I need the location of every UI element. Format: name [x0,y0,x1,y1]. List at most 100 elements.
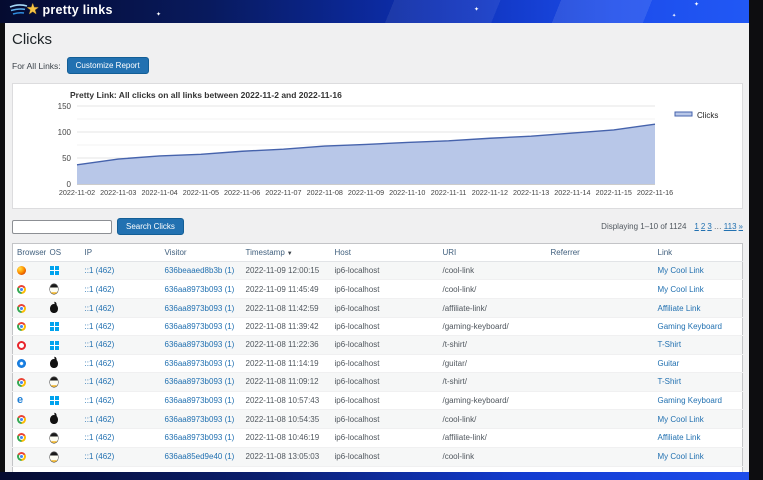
cell-link[interactable]: Affiliate Link [654,299,743,317]
column-header-timestamp[interactable]: Timestamp▼ [242,244,331,262]
svg-text:2022-11-08: 2022-11-08 [307,188,343,197]
cell-referrer [547,447,654,466]
cell-timestamp: 2022-11-08 11:39:42 [242,317,331,335]
cell-visitor[interactable]: 636aa8973b093 (1) [161,372,242,391]
column-header-visitor[interactable]: Visitor [161,244,242,262]
cell-ip[interactable]: ::1 (462) [81,354,161,372]
cell-timestamp: 2022-11-08 10:46:19 [242,428,331,447]
cell-ip[interactable]: ::1 (462) [81,447,161,466]
chrome-icon [17,285,26,294]
cell-timestamp: 2022-11-08 11:09:12 [242,372,331,391]
cell-ip[interactable]: ::1 (462) [81,391,161,409]
clicks-table: BrowserOSIPVisitorTimestamp▼HostURIRefer… [12,243,743,480]
cell-ip[interactable]: ::1 (462) [81,262,161,280]
firefox-icon [17,266,26,275]
cell-visitor[interactable]: 636aa85ed9e40 (1) [161,447,242,466]
svg-text:2022-11-04: 2022-11-04 [141,188,177,197]
page-link-3[interactable]: 3 [707,222,711,231]
customize-report-button[interactable]: Customize Report [67,57,149,74]
cell-uri: /t-shirt/ [439,336,547,354]
app-window: ★ pretty links ✦ ✦ ✦ ✦ Clicks For All Li… [0,0,763,480]
cell-ip[interactable]: ::1 (462) [81,317,161,335]
logo-text: pretty links [42,3,112,17]
cell-host: ip6-localhost [331,317,439,335]
cell-uri: /cool-link [439,262,547,280]
table-row: ::1 (462)636aa85ed9e40 (1)2022-11-08 13:… [13,447,743,466]
cell-visitor[interactable]: 636aa8973b093 (1) [161,280,242,299]
cell-link[interactable]: Affiliate Link [654,428,743,447]
cell-visitor[interactable]: 636aa8973b093 (1) [161,428,242,447]
column-header-ip[interactable]: IP [81,244,161,262]
cell-browser [13,299,46,317]
apple-icon [50,359,58,368]
cell-referrer [547,262,654,280]
svg-text:2022-11-05: 2022-11-05 [183,188,219,197]
svg-text:100: 100 [58,128,72,137]
cell-ip[interactable]: ::1 (462) [81,280,161,299]
column-header-uri[interactable]: URI [439,244,547,262]
cell-link[interactable]: My Cool Link [654,262,743,280]
svg-text:2022-11-03: 2022-11-03 [100,188,136,197]
svg-text:2022-11-02: 2022-11-02 [59,188,95,197]
cell-host: ip6-localhost [331,410,439,428]
cell-link[interactable]: My Cool Link [654,280,743,299]
cell-link[interactable]: T-Shirt [654,372,743,391]
table-toolbar: Search Clicks Displaying 1–10 of 1124 12… [12,218,743,235]
page-title: Clicks [12,31,743,48]
clicks-area-chart: 0501001502022-11-022022-11-032022-11-042… [13,84,747,206]
cell-link[interactable]: My Cool Link [654,447,743,466]
cell-visitor[interactable]: 636aa8973b093 (1) [161,391,242,409]
sparkle-icon: ✦ [694,2,699,8]
cell-host: ip6-localhost [331,299,439,317]
cell-visitor[interactable]: 636aa8973b093 (1) [161,354,242,372]
cell-ip[interactable]: ::1 (462) [81,336,161,354]
cell-visitor[interactable]: 636aa8973b093 (1) [161,336,242,354]
safari-icon [17,359,26,368]
page-link-2[interactable]: 2 [701,222,705,231]
column-header-os[interactable]: OS [46,244,81,262]
bottom-accent-bar [0,472,749,480]
column-header-link[interactable]: Link [654,244,743,262]
filter-label: For All Links: [12,61,61,71]
cell-browser [13,354,46,372]
search-clicks-button[interactable]: Search Clicks [117,218,184,235]
page-link-113[interactable]: 113 [724,222,737,231]
cell-browser [13,262,46,280]
cell-ip[interactable]: ::1 (462) [81,299,161,317]
column-header-browser[interactable]: Browser [13,244,46,262]
page-link-»[interactable]: » [739,222,743,231]
table-row: ::1 (462)636aa8973b093 (1)2022-11-08 11:… [13,317,743,335]
cell-link[interactable]: Gaming Keyboard [654,317,743,335]
cell-ip[interactable]: ::1 (462) [81,372,161,391]
svg-text:Pretty Link: All clicks on all: Pretty Link: All clicks on all links bet… [70,90,342,100]
cell-visitor[interactable]: 636beaaed8b3b (1) [161,262,242,280]
apple-icon [50,415,58,424]
cell-visitor[interactable]: 636aa8973b093 (1) [161,317,242,335]
displaying-count: Displaying 1–10 of 1124 [601,222,686,231]
page-link-1[interactable]: 1 [694,222,698,231]
cell-host: ip6-localhost [331,262,439,280]
sparkle-icon: ✦ [474,7,479,13]
svg-text:2022-11-09: 2022-11-09 [348,188,384,197]
cell-uri: /cool-link/ [439,410,547,428]
svg-text:2022-11-14: 2022-11-14 [554,188,590,197]
cell-link[interactable]: Guitar [654,354,743,372]
cell-ip[interactable]: ::1 (462) [81,410,161,428]
linux-icon [50,377,58,387]
cell-ip[interactable]: ::1 (462) [81,428,161,447]
column-header-host[interactable]: Host [331,244,439,262]
search-input[interactable] [12,220,112,234]
table-row: ::1 (462)636aa8973b093 (1)2022-11-08 11:… [13,372,743,391]
column-header-referrer[interactable]: Referrer [547,244,654,262]
cell-link[interactable]: Gaming Keyboard [654,391,743,409]
cell-visitor[interactable]: 636aa8973b093 (1) [161,410,242,428]
chrome-icon [17,304,26,313]
cell-host: ip6-localhost [331,280,439,299]
cell-os [46,262,81,280]
table-row: ::1 (462)636beaaed8b3b (1)2022-11-09 12:… [13,262,743,280]
report-filter-row: For All Links: Customize Report [12,57,743,74]
cell-link[interactable]: T-Shirt [654,336,743,354]
cell-link[interactable]: My Cool Link [654,410,743,428]
logo-star-icon: ★ [26,2,39,17]
cell-visitor[interactable]: 636aa8973b093 (1) [161,299,242,317]
